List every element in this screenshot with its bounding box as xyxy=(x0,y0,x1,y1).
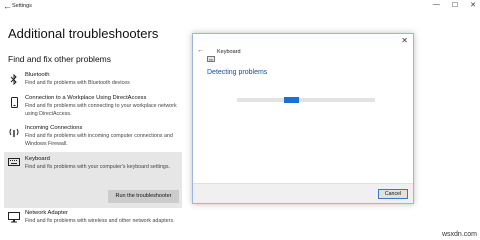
section-title: Find and fix other problems xyxy=(8,54,111,64)
troubleshooter-item-directaccess[interactable]: Connection to a Workplace Using DirectAc… xyxy=(8,95,181,121)
item-desc: Find and fix problems with your computer… xyxy=(25,164,170,170)
run-troubleshooter-button[interactable]: Run the troubleshooter xyxy=(108,190,179,203)
dialog-title: Keyboard xyxy=(217,49,241,55)
detecting-status: Detecting problems xyxy=(207,69,268,76)
troubleshooter-item-incoming-connections[interactable]: Incoming Connections Find and fix proble… xyxy=(8,125,181,151)
dialog-back-arrow-icon[interactable]: ← xyxy=(197,47,204,54)
page-title: Additional troubleshooters xyxy=(8,26,159,41)
item-desc: Find and fix problems with wireless and … xyxy=(25,218,175,224)
item-desc: Find and fix problems with connecting to… xyxy=(25,103,177,117)
item-name: Network Adapter xyxy=(25,210,68,216)
close-window-button[interactable]: ✕ xyxy=(470,1,476,9)
item-name: Keyboard xyxy=(25,156,50,162)
keyboard-troubleshooter-dialog: ✕ ← Keyboard Detecting problems Cancel xyxy=(192,33,414,204)
watermark: wsxdn.com xyxy=(441,231,477,238)
progress-bar xyxy=(237,97,375,103)
window-controls: — ☐ ✕ xyxy=(433,1,476,9)
minimize-button[interactable]: — xyxy=(433,1,440,9)
keyboard-icon xyxy=(207,49,215,67)
phone-icon xyxy=(8,96,20,108)
troubleshooter-item-network-adapter[interactable]: Network Adapter Find and fix problems wi… xyxy=(8,210,181,236)
dialog-footer: Cancel xyxy=(193,183,413,203)
maximize-button[interactable]: ☐ xyxy=(452,1,458,9)
bluetooth-icon xyxy=(8,73,20,85)
keyboard-icon xyxy=(8,156,20,168)
item-name: Bluetooth xyxy=(25,72,50,78)
item-desc: Find and fix problems with Bluetooth dev… xyxy=(25,80,130,86)
monitor-icon xyxy=(8,211,20,223)
dialog-close-button[interactable]: ✕ xyxy=(401,36,408,45)
title-bar: ← Settings — ☐ ✕ xyxy=(0,0,480,14)
cancel-button[interactable]: Cancel xyxy=(378,189,408,199)
back-arrow-icon[interactable]: ← xyxy=(3,1,12,11)
troubleshooter-item-bluetooth[interactable]: Bluetooth Find and fix problems with Blu… xyxy=(8,72,181,90)
wireless-icon xyxy=(8,126,20,138)
app-title: Settings xyxy=(12,3,32,9)
item-name: Incoming Connections xyxy=(25,125,83,131)
item-name: Connection to a Workplace Using DirectAc… xyxy=(25,95,147,101)
progress-indicator xyxy=(284,97,299,103)
item-desc: Find and fix problems with incoming comp… xyxy=(25,133,173,147)
